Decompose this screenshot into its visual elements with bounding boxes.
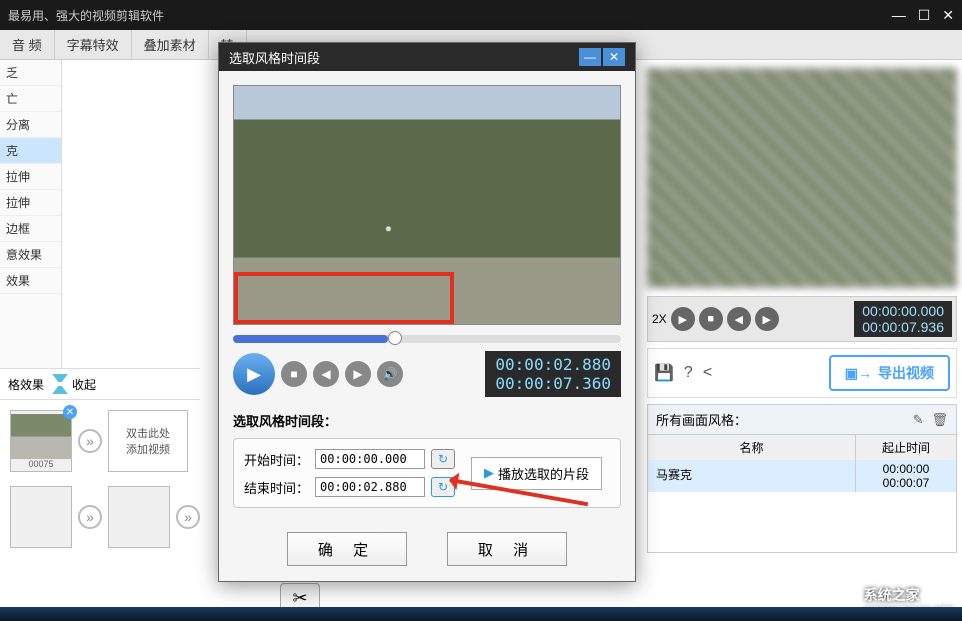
delete-icon[interactable]: 🗑 [931, 412, 948, 428]
save-icon[interactable]: 💾 [654, 363, 674, 383]
highlight-rect [234, 272, 454, 324]
add-clip-placeholder[interactable]: 双击此处 添加视频 [108, 410, 188, 472]
start-time-input[interactable] [315, 449, 425, 469]
play-icon: ▶ [484, 465, 494, 481]
collapse-button[interactable]: 收起 [52, 374, 96, 394]
export-button[interactable]: ▣→ 导出视频 [829, 355, 950, 391]
refresh-icon: ↻ [438, 452, 448, 466]
sidebar-item[interactable]: 意效果 [0, 242, 61, 268]
clip-image [11, 414, 71, 459]
footer-label: 格效果 [8, 376, 44, 393]
tab-audio[interactable]: 音 频 [0, 30, 55, 59]
section-label: 选取风格时间段： [233, 411, 621, 430]
title-bar: 最易用、强大的视频剪辑软件 — ☐ ✕ [0, 0, 962, 30]
next-frame-icon[interactable]: ▶ [755, 307, 779, 331]
sidebar-item[interactable]: 拉伸 [0, 190, 61, 216]
play-segment-button[interactable]: ▶ 播放选取的片段 [471, 457, 602, 490]
sidebar-footer: 格效果 收起 [0, 368, 200, 400]
share-icon[interactable]: < [703, 364, 712, 382]
dialog-minimize-icon[interactable]: — [579, 48, 601, 66]
col-name: 名称 [648, 435, 856, 460]
transition-icon[interactable]: » [78, 505, 102, 529]
remove-clip-icon[interactable]: ✕ [63, 405, 77, 419]
sidebar-item[interactable]: 分离 [0, 112, 61, 138]
styles-panel: 所有画面风格： ✎ 🗑 名称 起止时间 马赛克 00:00:00 00:00:0… [647, 404, 957, 553]
preview-controls: 2X ▶ ■ ◀ ▶ 00:00:00.000 00:00:07.936 [647, 296, 957, 342]
transition-icon[interactable]: » [176, 505, 200, 529]
col-time: 起止时间 [856, 435, 956, 460]
styles-title: 所有画面风格： [656, 410, 747, 429]
cancel-button[interactable]: 取 消 [447, 532, 567, 566]
hourglass-icon [52, 374, 68, 394]
clip-label: 00075 [28, 459, 53, 469]
clip-thumbnail[interactable]: ✕ 00075 [10, 410, 72, 472]
empty-slot[interactable] [108, 486, 170, 548]
end-time-input[interactable] [315, 477, 425, 497]
preview-player[interactable] [647, 68, 957, 288]
next-frame-icon[interactable]: ▶ [345, 361, 371, 387]
edit-icon[interactable]: ✎ [913, 412, 924, 428]
play-icon[interactable]: ▶ [671, 307, 695, 331]
refresh-icon: ↻ [438, 480, 448, 494]
sidebar-item[interactable]: 乏 [0, 60, 61, 86]
ok-button[interactable]: 确 定 [287, 532, 407, 566]
sync-start-button[interactable]: ↻ [431, 449, 455, 469]
tab-subtitle[interactable]: 字幕特效 [55, 30, 132, 59]
sidebar-item[interactable]: 边框 [0, 216, 61, 242]
slider-thumb[interactable] [388, 331, 402, 345]
sidebar-item-mosaic[interactable]: 克 [0, 138, 61, 164]
volume-icon[interactable]: 🔊 [377, 361, 403, 387]
sidebar-item[interactable]: 效果 [0, 268, 61, 294]
help-icon[interactable]: ? [684, 364, 693, 382]
app-subtitle: 最易用、强大的视频剪辑软件 [8, 7, 892, 24]
minimize-icon[interactable]: — [892, 7, 906, 24]
tab-overlay[interactable]: 叠加素材 [132, 30, 209, 59]
speed-label: 2X [652, 312, 667, 326]
transition-icon[interactable]: » [78, 429, 102, 453]
sidebar-item[interactable]: 拉伸 [0, 164, 61, 190]
dialog-title: 选取风格时间段 [229, 48, 320, 67]
dialog-times: 00:00:02.880 00:00:07.360 [485, 351, 621, 397]
export-icon: ▣→ [845, 365, 872, 382]
play-button[interactable]: ▶ [233, 353, 275, 395]
close-icon[interactable]: ✕ [942, 7, 954, 24]
preview-times: 00:00:00.000 00:00:07.936 [854, 301, 952, 337]
stop-icon[interactable]: ■ [281, 361, 307, 387]
sync-end-button[interactable]: ↻ [431, 477, 455, 497]
dialog-close-icon[interactable]: ✕ [603, 48, 625, 66]
stop-icon[interactable]: ■ [699, 307, 723, 331]
end-time-label: 结束时间： [244, 478, 309, 497]
style-row[interactable]: 马赛克 00:00:00 00:00:07 [648, 460, 956, 492]
start-time-label: 开始时间： [244, 450, 309, 469]
empty-slot[interactable] [10, 486, 72, 548]
prev-frame-icon[interactable]: ◀ [313, 361, 339, 387]
prev-frame-icon[interactable]: ◀ [727, 307, 751, 331]
maximize-icon[interactable]: ☐ [918, 7, 931, 24]
sidebar-item[interactable]: 亡 [0, 86, 61, 112]
time-slider[interactable] [233, 335, 621, 343]
dialog-preview[interactable] [233, 85, 621, 325]
taskbar [0, 607, 962, 621]
time-range-dialog: 选取风格时间段 — ✕ ▶ ■ ◀ ▶ 🔊 00:00:02.880 00:00… [218, 42, 636, 582]
